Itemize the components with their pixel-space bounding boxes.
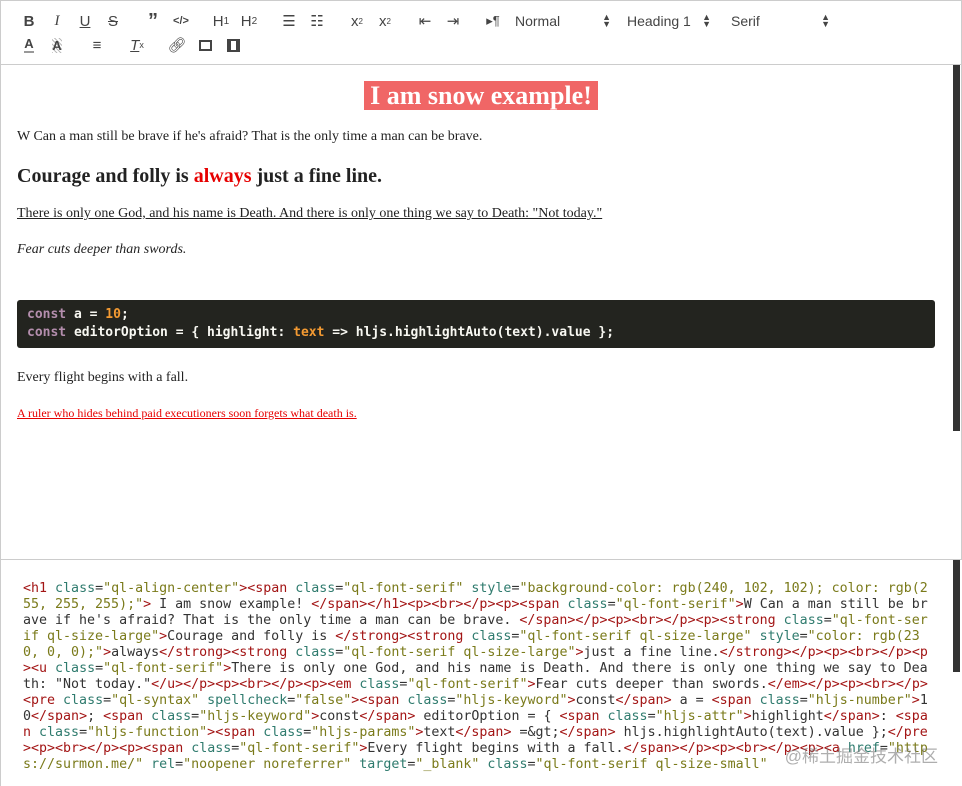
video-icon[interactable] [219, 33, 247, 57]
underline-button[interactable]: U [71, 9, 99, 33]
editor-scrollbar[interactable] [953, 65, 960, 431]
background-color-button[interactable]: A [43, 33, 71, 57]
output-scrollbar[interactable] [953, 560, 960, 672]
heading-select[interactable]: Heading 1 ▲ ▼ [619, 9, 719, 33]
clean-format-button[interactable]: Tx [123, 33, 151, 57]
code-text: editorOption = { highlight: [66, 325, 294, 340]
p2-text: Courage and folly is [17, 165, 194, 187]
paragraph-1: W Can a man still be brave if he's afrai… [17, 129, 483, 144]
paragraph-3: There is only one God, and his name is D… [17, 206, 603, 221]
subscript-button[interactable]: x2 [343, 9, 371, 33]
format-select-value: Normal [515, 13, 561, 29]
watermark: @稀土掘金技术社区 [784, 747, 938, 766]
p2-text-end: just a fine line. [251, 165, 383, 187]
chevron-updown-icon: ▲ ▼ [702, 12, 711, 29]
code-text: => hljs.highlightAuto(text).value }; [324, 325, 615, 340]
bullet-list-button[interactable]: ☷ [303, 9, 331, 33]
code-text: a = [66, 307, 106, 322]
toolbar: B I U S ” </> H1 H2 ☰ ☷ x2 x2 ⇤ ⇥ ▸¶ Nor… [0, 0, 962, 65]
title-text: I am snow example! [364, 81, 598, 110]
code-block: const a = 10; const editorOption = { hig… [17, 300, 935, 348]
strike-button[interactable]: S [99, 9, 127, 33]
superscript-button[interactable]: x2 [371, 9, 399, 33]
italic-button[interactable]: I [43, 9, 71, 33]
paragraph-2: Courage and folly is always just a fine … [17, 165, 945, 188]
editor-content[interactable]: I am snow example! W Can a man still be … [0, 65, 962, 559]
font-select[interactable]: Serif ▲ ▼ [723, 9, 838, 33]
chevron-updown-icon: ▲ ▼ [821, 12, 830, 29]
outdent-button[interactable]: ⇤ [411, 9, 439, 33]
code-text: ; [120, 307, 129, 322]
paragraph-5: Every flight begins with a fall. [17, 370, 189, 385]
editor-link[interactable]: A ruler who hides behind paid executione… [17, 406, 945, 421]
code-number: 10 [105, 307, 121, 322]
font-select-value: Serif [731, 13, 760, 29]
p2-highlight: always [193, 165, 252, 187]
header-2-button[interactable]: H2 [235, 9, 263, 33]
code-keyword: const [27, 325, 67, 340]
chevron-updown-icon: ▲ ▼ [602, 12, 611, 29]
align-button[interactable]: ≡ [83, 33, 111, 57]
code-param: text [293, 325, 325, 340]
blockquote-button[interactable]: ” [139, 9, 167, 33]
image-icon[interactable] [191, 33, 219, 57]
heading-select-value: Heading 1 [627, 13, 691, 29]
code-keyword: const [27, 307, 67, 322]
indent-button[interactable]: ⇥ [439, 9, 467, 33]
code-block-button[interactable]: </> [167, 9, 195, 33]
editor-title: I am snow example! [17, 81, 945, 111]
direction-button[interactable]: ▸¶ [479, 9, 507, 33]
link-icon[interactable]: 🔗︎ [163, 33, 191, 57]
ordered-list-button[interactable]: ☰ [275, 9, 303, 33]
format-select[interactable]: Normal ▲ ▼ [507, 9, 619, 33]
paragraph-4: Fear cuts deeper than swords. [17, 242, 187, 257]
header-1-button[interactable]: H1 [207, 9, 235, 33]
text-color-button[interactable]: A [15, 33, 43, 57]
bold-button[interactable]: B [15, 9, 43, 33]
